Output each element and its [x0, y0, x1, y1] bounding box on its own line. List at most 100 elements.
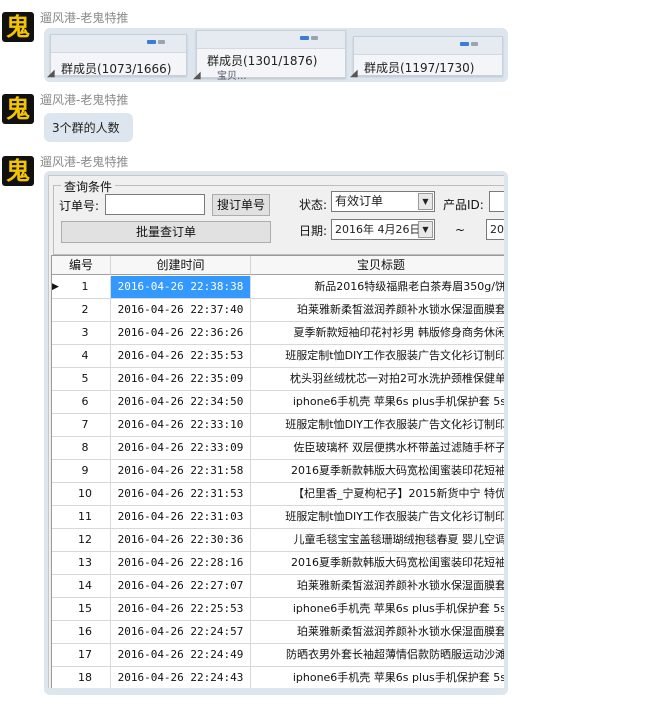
cell-item-title[interactable]: 珀莱雅新柔皙滋润养颜补水锁水保湿面膜套	[251, 575, 504, 597]
sender-name[interactable]: 遛风港-老鬼特推	[40, 9, 128, 26]
cell-id[interactable]: 2	[60, 299, 111, 321]
cell-item-title[interactable]: 儿童毛毯宝宝盖毯珊瑚绒抱毯春夏 婴儿空调	[251, 529, 505, 551]
order-query-screenshot[interactable]: 查询条件 订单号: 搜订单号 批量查订单 状态: 有效订单 ▼ 产品ID: 日期…	[48, 175, 504, 688]
image-thumbnail[interactable]: 群成员(1197/1730) ◢	[350, 36, 503, 79]
cell-id[interactable]: 11	[60, 506, 111, 528]
cell-created-time[interactable]: 2016-04-26 22:38:38	[111, 276, 251, 298]
row-pointer-icon	[52, 368, 60, 390]
table-row[interactable]: ▶ 1 2016-04-26 22:38:38 新品2016特级福鼎老白茶寿眉350g…	[52, 276, 504, 299]
cell-item-title[interactable]: 防晒衣男外套长袖超薄情侣款防晒服运动沙滩	[251, 644, 504, 666]
cell-created-time[interactable]: 2016-04-26 22:35:09	[111, 368, 251, 390]
cell-id[interactable]: 1	[60, 276, 111, 298]
cell-item-title[interactable]: 班服定制t恤DIY工作衣服装广告文化衫订制印	[251, 414, 504, 436]
search-order-button[interactable]: 搜订单号	[212, 194, 270, 216]
cell-item-title[interactable]: 枕头羽丝绒枕芯一对拍2可水洗护颈椎保健单	[251, 368, 504, 390]
cell-item-title[interactable]: 夏季新款短袖印花衬衫男 韩版修身商务休闲	[251, 322, 505, 344]
cell-created-time[interactable]: 2016-04-26 22:35:53	[111, 345, 251, 367]
cell-created-time[interactable]: 2016-04-26 22:31:53	[111, 483, 251, 505]
cell-id[interactable]: 8	[60, 437, 111, 459]
cell-created-time[interactable]: 2016-04-26 22:24:49	[111, 644, 251, 666]
cell-created-time[interactable]: 2016-04-26 22:25:53	[111, 598, 251, 620]
sender-avatar[interactable]: 鬼	[2, 94, 34, 124]
cell-id[interactable]: 3	[60, 322, 111, 344]
image-thumbnail[interactable]: 群成员(1073/1666) ◢	[47, 34, 187, 79]
cell-id[interactable]: 12	[60, 529, 111, 551]
cell-item-title[interactable]: 2016夏季新款韩版大码宽松闺蜜装印花短袖	[251, 460, 504, 482]
table-row[interactable]: 13 2016-04-26 22:28:16 2016夏季新款韩版大码宽松闺蜜装印花…	[52, 552, 504, 575]
column-header-created-time[interactable]: 创建时间	[111, 256, 251, 275]
cell-id[interactable]: 4	[60, 345, 111, 367]
date-from-picker[interactable]: 2016年 4月26日 ▼	[331, 219, 435, 240]
table-row[interactable]: 4 2016-04-26 22:35:53 班服定制t恤DIY工作衣服装广告文化衫订…	[52, 345, 504, 368]
table-row[interactable]: 12 2016-04-26 22:30:36 儿童毛毯宝宝盖毯珊瑚绒抱毯春夏 婴儿空…	[52, 529, 504, 552]
cell-id[interactable]: 14	[60, 575, 111, 597]
cell-id[interactable]: 16	[60, 621, 111, 643]
cell-id[interactable]: 13	[60, 552, 111, 574]
batch-query-button[interactable]: 批量查订单	[61, 221, 271, 243]
cell-created-time[interactable]: 2016-04-26 22:36:26	[111, 322, 251, 344]
cell-item-title[interactable]: iphone6手机壳 苹果6s plus手机保护套 5s	[251, 667, 504, 688]
dropdown-arrow-icon[interactable]: ▼	[418, 193, 433, 210]
order-no-label: 订单号:	[59, 199, 100, 213]
status-select[interactable]: 有效订单 ▼	[331, 191, 435, 212]
date-to-picker[interactable]: 201	[486, 219, 504, 240]
cell-item-title[interactable]: 佐臣玻璃杯 双层便携水杯带盖过滤随手杯子	[251, 437, 505, 459]
cell-id[interactable]: 9	[60, 460, 111, 482]
cell-item-title[interactable]: 【杞里香_宁夏枸杞子】2015新货中宁 特优	[251, 483, 504, 505]
cell-created-time[interactable]: 2016-04-26 22:34:50	[111, 391, 251, 413]
cell-created-time[interactable]: 2016-04-26 22:27:07	[111, 575, 251, 597]
column-header-id[interactable]: 编号	[52, 256, 111, 275]
row-pointer-icon	[52, 322, 60, 344]
cell-item-title[interactable]: 珀莱雅新柔皙滋润养颜补水锁水保湿面膜套	[251, 299, 504, 321]
table-row[interactable]: 14 2016-04-26 22:27:07 珀莱雅新柔皙滋润养颜补水锁水保湿面膜套	[52, 575, 504, 598]
sender-name[interactable]: 遛风港-老鬼特推	[40, 91, 128, 108]
cell-id[interactable]: 15	[60, 598, 111, 620]
table-row[interactable]: 15 2016-04-26 22:25:53 iphone6手机壳 苹果6s plu…	[52, 598, 504, 621]
cell-created-time[interactable]: 2016-04-26 22:31:03	[111, 506, 251, 528]
cell-item-title[interactable]: 2016夏季新款韩版大码宽松闺蜜装印花短袖	[251, 552, 504, 574]
cell-created-time[interactable]: 2016-04-26 22:24:43	[111, 667, 251, 688]
table-row[interactable]: 16 2016-04-26 22:24:57 珀莱雅新柔皙滋润养颜补水锁水保湿面膜套	[52, 621, 504, 644]
cell-created-time[interactable]: 2016-04-26 22:33:09	[111, 437, 251, 459]
cell-item-title[interactable]: iphone6手机壳 苹果6s plus手机保护套 5s	[251, 598, 504, 620]
cell-item-title[interactable]: 新品2016特级福鼎老白茶寿眉350g/饼	[251, 276, 504, 298]
table-row[interactable]: 6 2016-04-26 22:34:50 iphone6手机壳 苹果6s plus…	[52, 391, 504, 414]
table-row[interactable]: 2 2016-04-26 22:37:40 珀莱雅新柔皙滋润养颜补水锁水保湿面膜套	[52, 299, 504, 322]
dropdown-arrow-icon[interactable]: ▼	[418, 221, 433, 238]
row-pointer-icon	[52, 414, 60, 436]
cell-item-title[interactable]: 珀莱雅新柔皙滋润养颜补水锁水保湿面膜套	[251, 621, 504, 643]
sender-avatar[interactable]: 鬼	[2, 156, 34, 186]
cell-created-time[interactable]: 2016-04-26 22:37:40	[111, 299, 251, 321]
cell-id[interactable]: 7	[60, 414, 111, 436]
cell-created-time[interactable]: 2016-04-26 22:28:16	[111, 552, 251, 574]
cell-item-title[interactable]: 班服定制t恤DIY工作衣服装广告文化衫订制印	[251, 506, 504, 528]
cell-id[interactable]: 18	[60, 667, 111, 688]
cell-id[interactable]: 5	[60, 368, 111, 390]
cell-created-time[interactable]: 2016-04-26 22:24:57	[111, 621, 251, 643]
cell-created-time[interactable]: 2016-04-26 22:30:36	[111, 529, 251, 551]
table-row[interactable]: 18 2016-04-26 22:24:43 iphone6手机壳 苹果6s plu…	[52, 667, 504, 688]
table-row[interactable]: 9 2016-04-26 22:31:58 2016夏季新款韩版大码宽松闺蜜装印花短…	[52, 460, 504, 483]
cell-id[interactable]: 10	[60, 483, 111, 505]
cell-id[interactable]: 17	[60, 644, 111, 666]
sender-avatar[interactable]: 鬼	[2, 12, 34, 42]
cell-created-time[interactable]: 2016-04-26 22:31:58	[111, 460, 251, 482]
sender-name[interactable]: 遛风港-老鬼特推	[40, 153, 128, 170]
cell-created-time[interactable]: 2016-04-26 22:33:10	[111, 414, 251, 436]
table-row[interactable]: 10 2016-04-26 22:31:53 【杞里香_宁夏枸杞子】2015新货中宁…	[52, 483, 504, 506]
table-row[interactable]: 5 2016-04-26 22:35:09 枕头羽丝绒枕芯一对拍2可水洗护颈椎保健单	[52, 368, 504, 391]
table-row[interactable]: 8 2016-04-26 22:33:09 佐臣玻璃杯 双层便携水杯带盖过滤随手杯子	[52, 437, 504, 460]
image-thumbnail[interactable]: 群成员(1301/1876) 宝贝... ◢	[193, 30, 346, 82]
cell-id[interactable]: 6	[60, 391, 111, 413]
table-row[interactable]: 3 2016-04-26 22:36:26 夏季新款短袖印花衬衫男 韩版修身商务休闲	[52, 322, 504, 345]
order-no-input[interactable]	[105, 194, 205, 215]
table-row[interactable]: 17 2016-04-26 22:24:49 防晒衣男外套长袖超薄情侣款防晒服运动沙…	[52, 644, 504, 667]
cell-item-title[interactable]: 班服定制t恤DIY工作衣服装广告文化衫订制印	[251, 345, 504, 367]
table-row[interactable]: 11 2016-04-26 22:31:03 班服定制t恤DIY工作衣服装广告文化衫…	[52, 506, 504, 529]
cell-item-title[interactable]: iphone6手机壳 苹果6s plus手机保护套 5s	[251, 391, 504, 413]
product-id-input[interactable]	[489, 191, 504, 212]
row-pointer-icon	[52, 345, 60, 367]
table-row[interactable]: 7 2016-04-26 22:33:10 班服定制t恤DIY工作衣服装广告文化衫订…	[52, 414, 504, 437]
order-table[interactable]: 编号 创建时间 宝贝标题 ▶ 1 2016-04-26 22:38:38 新品2016…	[51, 255, 504, 688]
column-header-item-title[interactable]: 宝贝标题	[251, 256, 504, 275]
